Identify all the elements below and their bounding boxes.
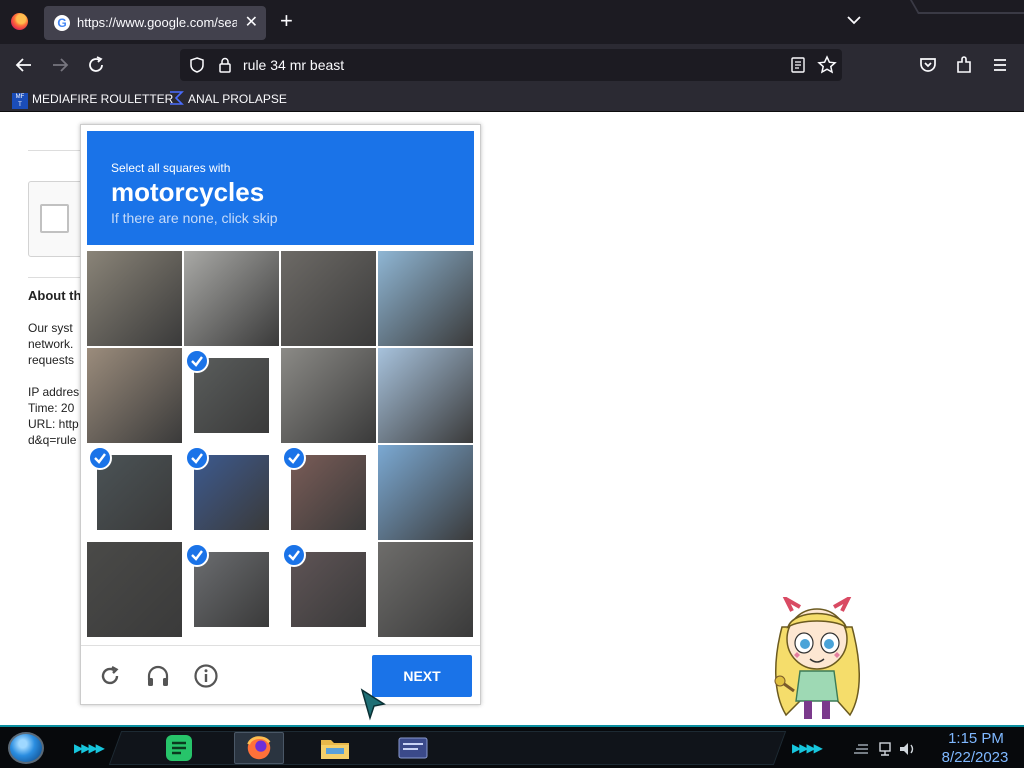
google-favicon-icon: G (54, 15, 70, 31)
address-text[interactable]: rule 34 mr beast (243, 57, 344, 73)
clock-date[interactable]: 8/22/2023 (930, 749, 1020, 766)
captcha-tile-image (87, 542, 182, 637)
captcha-tile[interactable] (281, 348, 376, 443)
about-heading: About th (28, 288, 82, 303)
captcha-tile[interactable] (281, 445, 376, 540)
lock-icon[interactable] (216, 56, 234, 74)
captcha-tile[interactable] (87, 348, 182, 443)
firefox-icon (247, 736, 271, 760)
captcha-tile-image (87, 251, 182, 346)
system-tray (854, 742, 914, 756)
chevron-down-icon[interactable] (846, 12, 862, 28)
pocket-icon[interactable] (916, 53, 940, 77)
captcha-tile[interactable] (87, 445, 182, 540)
active-tab[interactable]: G https://www.google.com/search?q=rule+3… (44, 6, 266, 40)
paragraph-line: Our syst (28, 321, 73, 335)
tab-bar: G https://www.google.com/search?q=rule+3… (0, 0, 1024, 44)
taskbar-decoration: ▶▶▶▶ (792, 741, 823, 755)
captcha-tile-image (184, 251, 279, 346)
captcha-instruction: Select all squares with (111, 161, 231, 175)
bookmark-item[interactable]: MF T MEDIAFIRE ROULETTER (12, 90, 174, 109)
captcha-tile-image (281, 251, 376, 346)
captcha-tile[interactable] (378, 445, 473, 540)
bookmark-label: MEDIAFIRE ROULETTER (32, 92, 174, 106)
divider (81, 645, 480, 646)
captcha-tile[interactable] (378, 348, 473, 443)
captcha-tile[interactable] (87, 542, 182, 637)
bookmark-favicon-icon (170, 91, 184, 105)
mouse-cursor-icon (360, 688, 386, 721)
captcha-tile[interactable] (184, 251, 279, 346)
captcha-header: Select all squares with motorcycles If t… (87, 131, 474, 245)
firefox-taskbar-button[interactable] (234, 732, 284, 764)
captcha-tile-image (378, 348, 473, 443)
checkmark-icon (185, 446, 209, 470)
info-line: Time: 20 (28, 401, 75, 415)
close-tab-icon[interactable]: ✕ (245, 12, 258, 32)
reader-view-icon[interactable] (789, 56, 807, 74)
divider (28, 277, 88, 278)
taskbar: ▶▶▶▶ ▶▶▶▶ 1:15 PM 8/22/2023 (0, 725, 1024, 768)
reload-challenge-icon[interactable] (97, 663, 123, 689)
reload-icon[interactable] (84, 53, 108, 77)
captcha-tile[interactable] (184, 542, 279, 637)
checkmark-icon (282, 543, 306, 567)
captcha-target: motorcycles (111, 177, 265, 207)
captcha-tile-image (378, 251, 473, 346)
captcha-tile[interactable] (87, 251, 182, 346)
clock-time[interactable]: 1:15 PM (936, 730, 1016, 747)
window-app-icon[interactable] (396, 732, 430, 764)
menu-icon[interactable] (988, 53, 1012, 77)
info-icon[interactable] (193, 663, 219, 689)
extensions-icon[interactable] (952, 53, 976, 77)
captcha-tile-image (378, 445, 473, 540)
divider (28, 150, 88, 151)
taskbar-apps-panel (108, 731, 787, 765)
captcha-tile[interactable] (378, 251, 473, 346)
captcha-tile[interactable] (281, 251, 376, 346)
tab-title: https://www.google.com/search?q=rule+34 (77, 15, 237, 30)
shield-icon[interactable] (188, 56, 206, 74)
recaptcha-checkbox[interactable] (40, 204, 69, 233)
captcha-hint: If there are none, click skip (111, 210, 278, 226)
captcha-tile[interactable] (281, 542, 376, 637)
captcha-tile-image (378, 542, 473, 637)
captcha-tile[interactable] (378, 542, 473, 637)
new-tab-icon[interactable]: + (280, 9, 293, 33)
info-line: URL: http (28, 417, 79, 431)
back-arrow-icon[interactable] (12, 53, 36, 77)
paragraph-line: requests (28, 353, 75, 367)
captcha-tile-image (281, 348, 376, 443)
forward-arrow-icon[interactable] (48, 53, 72, 77)
captcha-tile-image (87, 348, 182, 443)
address-bar[interactable]: rule 34 mr beast (180, 49, 842, 81)
captcha-image-grid (87, 251, 474, 638)
checkmark-icon (282, 446, 306, 470)
captcha-tile[interactable] (184, 445, 279, 540)
start-button[interactable] (8, 732, 44, 764)
captcha-tile[interactable] (184, 348, 279, 443)
taskbar-decoration: ▶▶▶▶ (74, 741, 105, 755)
window-decoration (909, 0, 1024, 14)
checkmark-icon (185, 543, 209, 567)
paragraph-line: network. (28, 337, 74, 351)
audio-challenge-icon[interactable] (145, 663, 171, 689)
captcha-challenge-dialog: Select all squares with motorcycles If t… (80, 124, 481, 705)
file-explorer-icon[interactable] (318, 732, 352, 764)
bookmarks-toolbar: MF T MEDIAFIRE ROULETTER ANAL PROLAPSE (0, 86, 1024, 112)
info-line: IP addres (28, 385, 80, 399)
firefox-icon[interactable] (11, 13, 28, 30)
bookmark-label: ANAL PROLAPSE (188, 92, 287, 106)
bookmark-star-icon[interactable] (817, 55, 837, 75)
info-line: d&q=rule (28, 433, 77, 447)
cartoon-character-sticker (774, 597, 860, 719)
mediafire-icon: MF T (12, 93, 28, 109)
checkmark-icon (88, 446, 112, 470)
checkmark-icon (185, 349, 209, 373)
notes-app-icon[interactable] (162, 732, 196, 764)
navigation-toolbar: rule 34 mr beast (0, 44, 1024, 86)
screen: G https://www.google.com/search?q=rule+3… (0, 0, 1024, 768)
bookmark-item[interactable]: ANAL PROLAPSE (168, 90, 287, 108)
